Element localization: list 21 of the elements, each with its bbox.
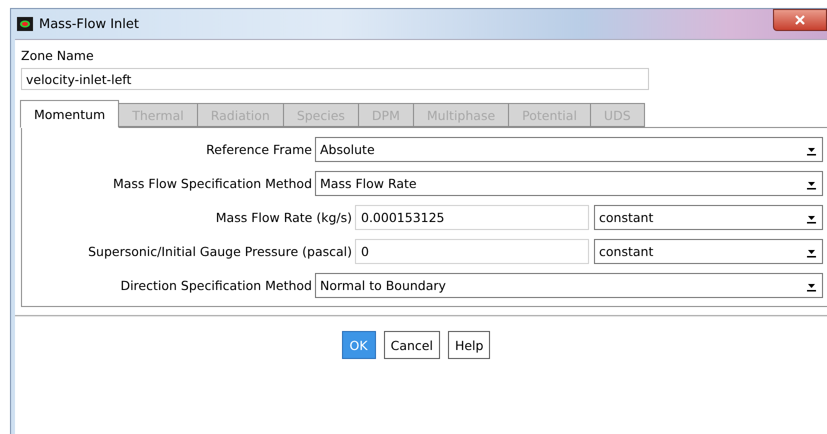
field-label: Direction Specification Method [119, 278, 312, 293]
dialog-button[interactable]: Help [448, 331, 490, 359]
dialog-button[interactable]: Cancel [384, 331, 440, 359]
dropdown[interactable]: constant [594, 239, 823, 264]
dropdown[interactable]: constant [594, 205, 823, 230]
tab[interactable]: Momentum [20, 100, 120, 128]
window-title: Mass-Flow Inlet [39, 16, 140, 32]
field-label: Mass Flow Specification Method [112, 176, 312, 191]
dropdown[interactable]: Absolute [315, 137, 823, 162]
dropdown[interactable]: Normal to Boundary [315, 273, 823, 298]
field-label: Mass Flow Rate (kg/s) [214, 210, 352, 225]
field-label: Supersonic/Initial Gauge Pressure (pascal) [87, 244, 352, 259]
dropdown[interactable]: Mass Flow Rate [315, 171, 823, 196]
close-icon [795, 15, 805, 25]
close-button[interactable] [773, 9, 827, 31]
input-field[interactable]: 0 [355, 239, 589, 264]
input-field[interactable]: 0.000153125 [355, 205, 589, 230]
field-label: Reference Frame [205, 142, 312, 157]
zone-name-field[interactable]: velocity-inlet-left [21, 68, 649, 90]
app-icon [17, 17, 33, 31]
zone-name-label: Zone Name [21, 48, 95, 63]
